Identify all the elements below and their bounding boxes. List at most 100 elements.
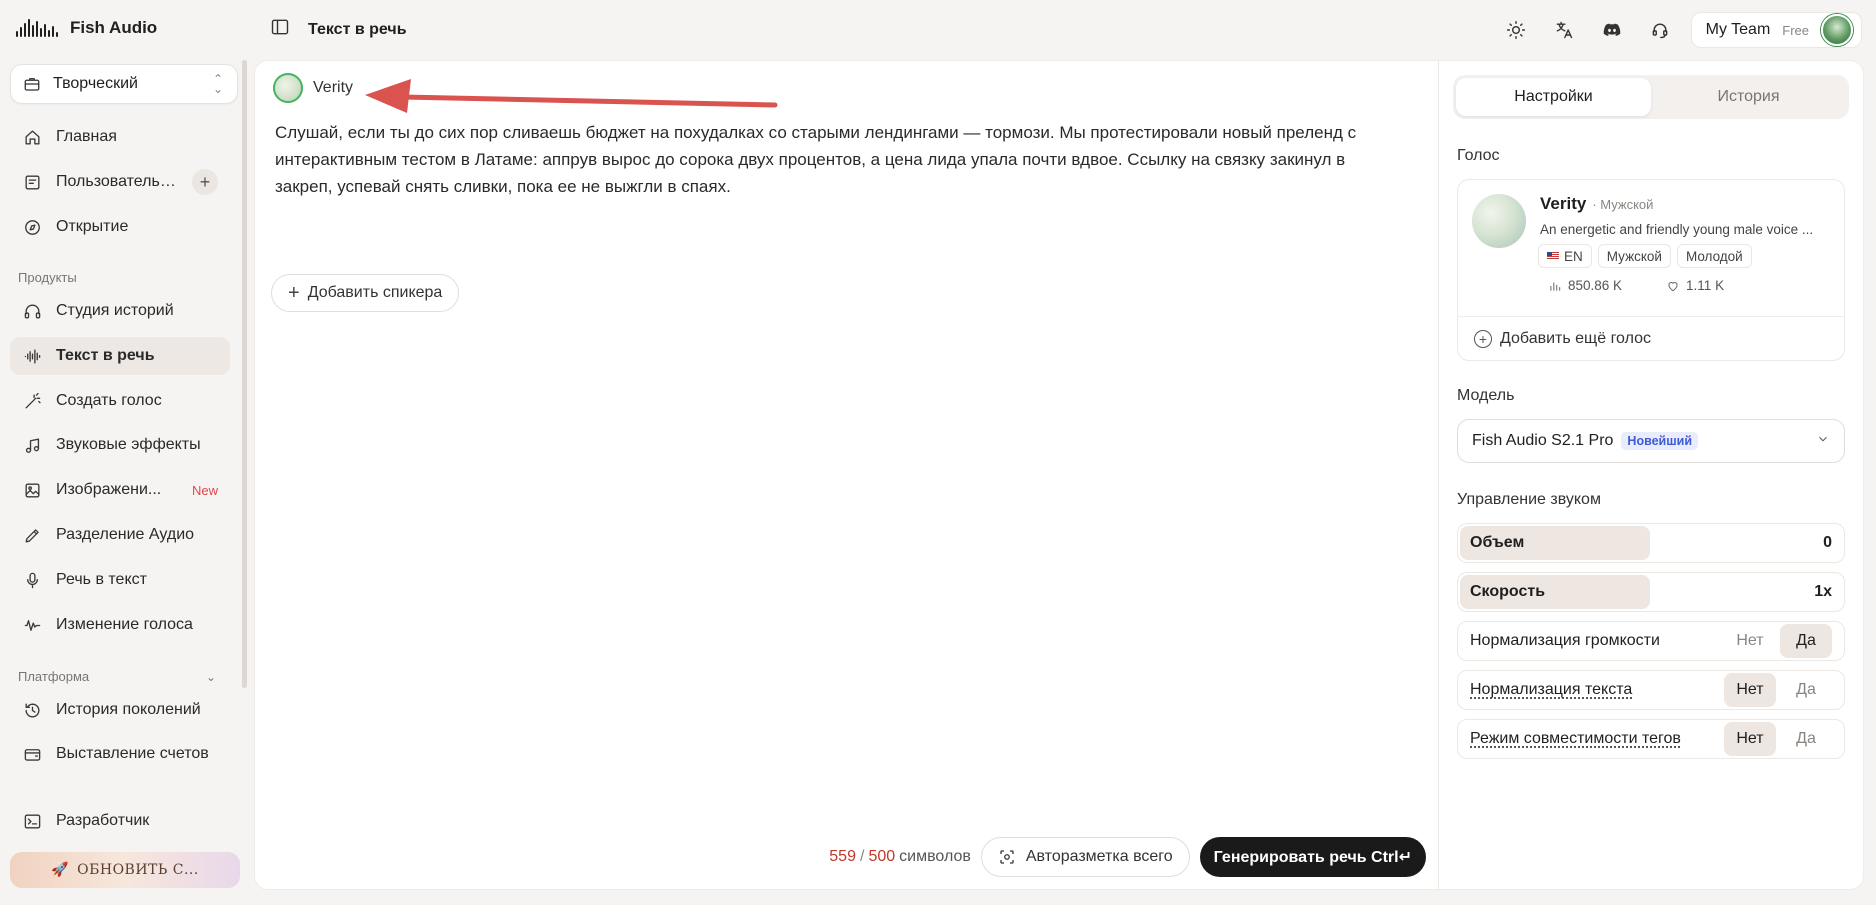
add-speaker-button[interactable]: + Добавить спикера	[271, 274, 460, 312]
sidebar-item-label: Создать голос	[56, 392, 162, 409]
sidebar-item-discover[interactable]: Открытие	[10, 208, 230, 246]
sidebar-item-audio-separation[interactable]: Разделение Аудио	[10, 516, 230, 554]
plan-badge: Free	[1782, 22, 1809, 38]
sidebar-item-images[interactable]: Изображени... New	[10, 471, 230, 509]
language-button[interactable]	[1547, 13, 1581, 47]
folder-icon	[22, 172, 42, 192]
editor-panel: Verity Слушай, если ты до сих пор сливае…	[254, 60, 1438, 890]
speed-value: 1x	[1814, 583, 1832, 600]
support-button[interactable]	[1643, 13, 1677, 47]
add-voice-button[interactable]: + Добавить ещё голос	[1474, 330, 1651, 348]
chars-unit: символов	[899, 848, 971, 865]
text-normalization-label: Нормализация текста	[1470, 681, 1633, 698]
text-normalization-row: Нормализация текста Нет Да	[1457, 670, 1845, 710]
sidebar-item-label: Разделение Аудио	[56, 526, 195, 543]
text-normalization-no[interactable]: Нет	[1724, 673, 1776, 707]
us-flag-icon	[1547, 252, 1559, 260]
settings-tabs: Настройки История	[1453, 75, 1849, 119]
discord-icon	[1603, 23, 1620, 36]
sidebar-item-label: История поколений	[56, 701, 201, 718]
sidebar-item-story-studio[interactable]: Студия историй	[10, 292, 230, 330]
text-normalization-yes[interactable]: Да	[1780, 673, 1832, 707]
volume-label: Объем	[1470, 534, 1525, 551]
products-section-title: Продукты	[18, 270, 77, 285]
bar-chart-icon	[1550, 282, 1561, 291]
speaker-chip[interactable]: Verity	[273, 73, 353, 103]
speed-slider[interactable]: Скорость 1x	[1457, 572, 1845, 612]
script-textarea[interactable]: Слушай, если ты до сих пор сливаешь бюдж…	[275, 119, 1405, 200]
workspace-switcher[interactable]: Творческий ⌃ ⌄	[10, 64, 238, 104]
loudness-normalization-yes[interactable]: Да	[1780, 624, 1832, 658]
tag-compat-row: Режим совместимости тегов Нет Да	[1457, 719, 1845, 759]
sidebar-item-voice-changer[interactable]: Изменение голоса	[10, 606, 230, 644]
chars-limit: 500	[868, 848, 896, 865]
compass-icon	[22, 217, 42, 237]
team-switcher[interactable]: My Team Free	[1690, 12, 1862, 48]
voice-wave-icon	[22, 615, 42, 635]
sidebar-item-label: Выставление счетов	[56, 745, 209, 762]
team-name: My Team	[1705, 21, 1771, 38]
sidebar-scrollbar[interactable]	[242, 60, 247, 688]
sidebar-item-label: Изображени...	[56, 481, 162, 498]
sidebar-item-home[interactable]: Главная	[10, 118, 230, 156]
voice-name: Verity	[1540, 194, 1587, 213]
tag-compat-no[interactable]: Нет	[1724, 722, 1776, 756]
sidebar-item-sound-effects[interactable]: Звуковые эффекты	[10, 426, 230, 464]
voice-gender: · Мужской	[1592, 197, 1654, 212]
sidebar-item-speech-to-text[interactable]: Речь в текст	[10, 561, 230, 599]
tab-history[interactable]: История	[1651, 78, 1846, 116]
sidebar-item-label: Текст в речь	[56, 347, 155, 364]
sidebar-item-billing[interactable]: Выставление счетов	[10, 735, 230, 773]
sidebar-item-text-to-speech[interactable]: Текст в речь	[10, 337, 230, 375]
sidebar-item-generation-history[interactable]: История поколений	[10, 691, 230, 729]
headset-icon	[1652, 23, 1668, 39]
tag-compat-toggle: Нет Да	[1724, 722, 1832, 756]
wallet-icon	[22, 744, 42, 764]
discord-button[interactable]	[1595, 13, 1629, 47]
voice-title: Verity · Мужской	[1540, 194, 1653, 214]
loudness-normalization-toggle: Нет Да	[1724, 624, 1832, 658]
headphones-icon	[22, 301, 42, 321]
sidebar-item-label: Главная	[56, 128, 117, 145]
platform-section-title: Платформа	[18, 669, 90, 684]
page-title: Текст в речь	[308, 20, 407, 38]
history-icon	[22, 700, 42, 720]
sidebar-item-developer[interactable]: Разработчик	[10, 802, 230, 840]
loudness-normalization-row: Нормализация громкости Нет Да	[1457, 621, 1845, 661]
model-section-label: Модель	[1457, 387, 1515, 404]
heart-icon	[1668, 281, 1678, 291]
voice-description: An energetic and friendly young male voi…	[1540, 222, 1814, 237]
translate-icon	[1556, 21, 1572, 39]
sidebar-item-label: Студия историй	[56, 302, 174, 319]
add-custom-button[interactable]: +	[192, 169, 218, 195]
model-badge: Новейший	[1621, 432, 1699, 450]
tab-settings[interactable]: Настройки	[1456, 78, 1651, 116]
microphone-icon	[22, 570, 42, 590]
sidebar-item-label: Речь в текст	[56, 571, 147, 588]
upgrade-button[interactable]: 🚀 ОБНОВИТЬ С...	[10, 852, 240, 888]
plus-icon: +	[288, 282, 300, 304]
sidebar-toggle-icon[interactable]	[270, 17, 290, 42]
terminal-icon	[22, 811, 42, 831]
avatar[interactable]	[1821, 14, 1853, 46]
sidebar-item-label: Открытие	[56, 218, 129, 235]
new-badge: New	[191, 482, 218, 498]
chars-used: 559	[829, 848, 856, 865]
generate-speech-button[interactable]: Генерировать речь Ctrl↵	[1199, 837, 1426, 877]
auto-markup-button[interactable]: Авторазметка всего	[980, 837, 1190, 877]
divider	[1458, 316, 1844, 317]
image-icon	[22, 480, 42, 500]
tag-compat-yes[interactable]: Да	[1780, 722, 1832, 756]
voice-plays: 850.86 K	[1548, 278, 1622, 293]
model-select[interactable]: Fish Audio S2.1 Pro Новейший	[1457, 419, 1845, 463]
brand[interactable]: Fish Audio	[16, 18, 157, 38]
voice-card[interactable]: Verity · Мужской An energetic and friend…	[1457, 179, 1845, 361]
volume-slider[interactable]: Объем 0	[1457, 523, 1845, 563]
loudness-normalization-no[interactable]: Нет	[1724, 624, 1776, 658]
chevron-down-icon[interactable]: ⌄	[206, 670, 216, 684]
tag-compat-label: Режим совместимости тегов	[1470, 730, 1681, 747]
sidebar-item-create-voice[interactable]: Создать голос	[10, 382, 230, 420]
sidebar-item-custom[interactable]: Пользовательс... +	[10, 163, 230, 201]
voice-likes: 1.11 K	[1666, 278, 1724, 293]
theme-toggle-button[interactable]	[1499, 13, 1533, 47]
